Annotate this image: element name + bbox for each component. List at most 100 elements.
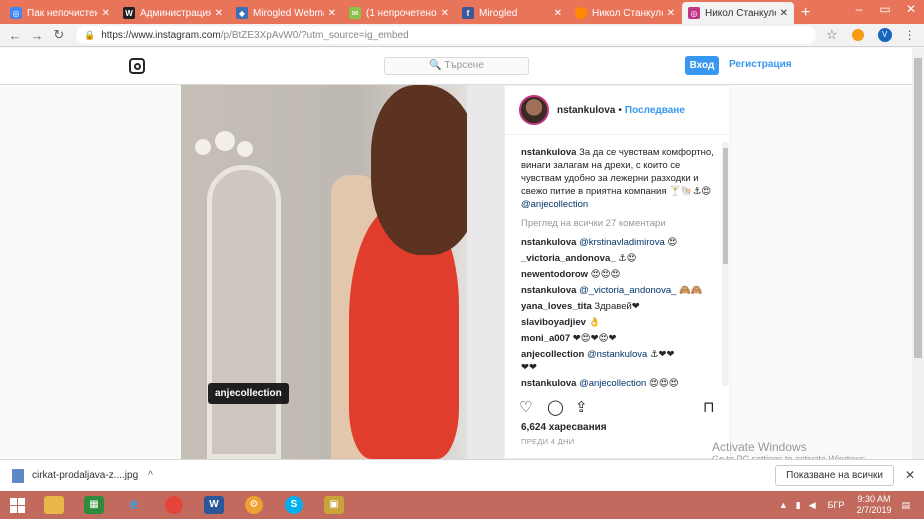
- back-icon[interactable]: ←: [6, 28, 24, 43]
- comment-text: 👌: [585, 317, 601, 328]
- instagram-logo-icon[interactable]: [129, 58, 145, 74]
- browser-tab[interactable]: ◆ Mirogled Webmail ✕: [230, 2, 342, 24]
- comment-username[interactable]: anjecollection: [521, 349, 584, 360]
- window-controls: – ▭ ✕: [846, 0, 924, 24]
- comment-text: 😍😍😍: [646, 378, 679, 389]
- windows-logo-icon: [9, 497, 25, 513]
- taskbar-file-explorer[interactable]: [34, 491, 74, 519]
- taskbar-internet-explorer[interactable]: e: [114, 491, 154, 519]
- tab-title: Mirogled: [479, 7, 518, 19]
- post-caption: nstankulova За да се чувствам комфортно,…: [521, 146, 721, 211]
- tab-close-icon[interactable]: ✕: [780, 8, 788, 19]
- maximize-icon[interactable]: ▭: [872, 0, 898, 24]
- view-all-comments-link[interactable]: Преглед на всички 27 коментари: [521, 217, 721, 230]
- internet-explorer-icon: e: [129, 496, 139, 513]
- browser-menu-icon[interactable]: ⋮: [904, 28, 916, 42]
- comment-username[interactable]: _victoria_andonova_: [521, 253, 616, 264]
- tab-close-icon[interactable]: ✕: [554, 8, 562, 19]
- page-scrollbar-thumb[interactable]: [914, 58, 922, 358]
- volume-icon[interactable]: ◀: [809, 500, 816, 511]
- login-button[interactable]: Вход: [685, 56, 719, 75]
- register-link[interactable]: Регистрация: [729, 59, 792, 70]
- show-all-downloads-button[interactable]: Показване на всички: [775, 465, 894, 486]
- close-download-bar-icon[interactable]: ✕: [905, 468, 915, 482]
- taskbar-word[interactable]: W: [194, 491, 234, 519]
- comments-scrollbar[interactable]: [722, 142, 729, 386]
- comment-username[interactable]: moni_a007: [521, 333, 570, 344]
- comment-mention[interactable]: @nstankulova: [587, 349, 647, 360]
- tray-chevron-icon[interactable]: ▲: [779, 500, 788, 510]
- gear-icon: ⚙: [245, 496, 263, 514]
- minimize-icon[interactable]: –: [846, 0, 872, 24]
- caption-mention[interactable]: @anjecollection: [521, 199, 588, 210]
- page-scrollbar[interactable]: [912, 48, 924, 459]
- browser-tab-strip: ◎ Пак непочистени ✕ W Администрация - ✕ ◆ Mir…: [0, 0, 924, 24]
- comment-mention[interactable]: @anjecollection: [579, 378, 646, 389]
- search-input[interactable]: 🔍 Търсене: [384, 57, 529, 75]
- comment-username[interactable]: nstankulova: [521, 378, 576, 389]
- network-icon[interactable]: ▮: [796, 500, 801, 511]
- tab-close-icon[interactable]: ✕: [102, 8, 110, 19]
- bookmark-icon[interactable]: ⊓: [703, 398, 715, 416]
- comment-username[interactable]: yana_loves_tita: [521, 301, 592, 312]
- tab-favicon-icon: [575, 7, 587, 19]
- taskbar-store[interactable]: ▦: [74, 491, 114, 519]
- browser-tab[interactable]: Никол Станкулова ✕: [569, 2, 681, 24]
- taskbar-chrome[interactable]: [154, 491, 194, 519]
- reload-icon[interactable]: ↻: [50, 27, 68, 43]
- comment-mention[interactable]: @_victoria_andonova_: [579, 285, 676, 296]
- tab-title: Пак непочистени: [27, 7, 98, 19]
- new-tab-button[interactable]: +: [801, 2, 810, 24]
- tab-close-icon[interactable]: ✕: [441, 8, 449, 19]
- post-photo[interactable]: anjecollection: [181, 85, 504, 459]
- tab-title: Администрация -: [140, 7, 211, 19]
- scrollbar-thumb[interactable]: [723, 148, 728, 264]
- forward-icon[interactable]: →: [28, 28, 46, 43]
- extension-icon[interactable]: [851, 29, 864, 41]
- comment-mention[interactable]: @krstinavladimirova: [579, 237, 665, 248]
- download-item[interactable]: cirkat-prodaljava-z....jpg ^: [0, 468, 153, 483]
- likes-count[interactable]: 6,624 харесвания: [521, 422, 607, 433]
- browser-tab[interactable]: ◎ Пак непочистени ✕: [4, 2, 116, 24]
- comment-bubble-icon[interactable]: ◯: [547, 398, 564, 416]
- language-indicator[interactable]: БГР: [828, 500, 845, 510]
- taskbar-app[interactable]: ▣: [314, 491, 354, 519]
- tab-close-icon[interactable]: ✕: [215, 8, 223, 19]
- like-heart-icon[interactable]: ♡: [519, 398, 532, 416]
- user-avatar[interactable]: [519, 95, 549, 125]
- chrome-icon: [165, 496, 183, 514]
- taskbar-settings[interactable]: ⚙: [234, 491, 274, 519]
- photo-user-tag[interactable]: anjecollection: [208, 383, 289, 404]
- profile-avatar[interactable]: V: [877, 28, 892, 42]
- browser-tab[interactable]: W Администрация - ✕: [117, 2, 229, 24]
- taskbar-skype[interactable]: S: [274, 491, 314, 519]
- post-timestamp: ПРЕДИ 4 ДНИ: [521, 437, 575, 446]
- comment: newentodorow 😍😍😍: [521, 268, 721, 281]
- close-icon[interactable]: ✕: [898, 0, 924, 24]
- start-button[interactable]: [0, 491, 34, 519]
- caption-username[interactable]: nstankulova: [521, 147, 576, 158]
- browser-tab-active[interactable]: ◎ Никол Станкулова ✕: [682, 2, 794, 24]
- comment-username[interactable]: slaviboyadjiev: [521, 317, 586, 328]
- bookmark-star-icon[interactable]: ☆: [826, 27, 838, 43]
- comment: anjecollection @nstankulova ⚓❤❤: [521, 348, 721, 361]
- comment-username[interactable]: nstankulova: [521, 285, 576, 296]
- browser-tab[interactable]: f Mirogled ✕: [456, 2, 568, 24]
- post-username[interactable]: nstankulova: [557, 105, 615, 116]
- taskbar-clock[interactable]: 9:30 AM 2/7/2019: [856, 494, 891, 516]
- comment-username[interactable]: nstankulova: [521, 237, 576, 248]
- comment-text: 😍: [664, 237, 678, 248]
- tab-close-icon[interactable]: ✕: [667, 8, 675, 19]
- follow-button[interactable]: Последване: [625, 105, 685, 116]
- comment-text: 😍😍😍: [588, 269, 621, 280]
- comment: slaviboyadjiev 👌: [521, 316, 721, 329]
- browser-tab[interactable]: ✉ (1 непрочетено) - ✕: [343, 2, 455, 24]
- notifications-icon[interactable]: ▤: [901, 500, 910, 511]
- chevron-up-icon[interactable]: ^: [148, 470, 153, 481]
- address-bar[interactable]: 🔒 https://www.instagram.com/p/BtZE3XpAvW…: [76, 26, 816, 44]
- tab-close-icon[interactable]: ✕: [328, 8, 336, 19]
- comment-username[interactable]: newentodorow: [521, 269, 588, 280]
- share-icon[interactable]: ⇪: [575, 398, 588, 416]
- comment: nstankulova @_victoria_andonova_ 🙈🙈: [521, 284, 721, 297]
- tab-favicon-icon: ◆: [236, 7, 248, 19]
